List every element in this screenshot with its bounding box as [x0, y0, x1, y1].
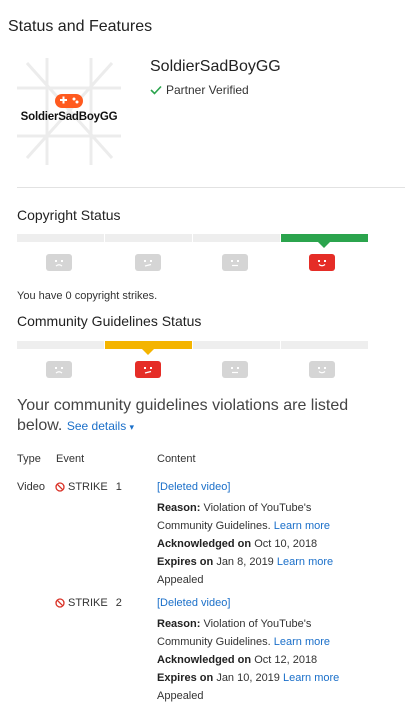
reason-text: Violation of YouTube's	[203, 502, 312, 514]
community-violations-message: Your community guidelines violations are…	[17, 396, 367, 437]
copyright-meter-segment-1	[17, 234, 104, 242]
smile-face-icon	[309, 254, 335, 271]
copyright-meter-pointer	[318, 242, 330, 248]
expires-date: Jan 8, 2019	[216, 556, 274, 568]
community-status-title: Community Guidelines Status	[17, 313, 202, 329]
checkmark-icon	[150, 85, 162, 95]
see-details-link[interactable]: See details ▾	[67, 419, 134, 433]
row1-event: STRIKE 1	[55, 478, 122, 496]
column-header-content: Content	[157, 453, 196, 465]
neutral-face-icon	[222, 361, 248, 378]
expires-learn-more-link[interactable]: Learn more	[277, 556, 333, 568]
sad-face-icon	[46, 361, 72, 378]
reason-label: Reason:	[157, 618, 201, 630]
acknowledged-label: Acknowledged on	[157, 538, 252, 550]
channel-avatar[interactable]: SoldierSadBoyGG	[17, 58, 121, 165]
acknowledged-date: Oct 12, 2018	[254, 654, 318, 666]
reason-text: Violation of YouTube's	[203, 618, 312, 630]
appeal-status: Appealed	[157, 690, 204, 702]
expires-date: Jan 10, 2019	[216, 672, 280, 684]
smile-face-icon	[309, 361, 335, 378]
acknowledged-date: Oct 10, 2018	[254, 538, 318, 550]
acknowledged-label: Acknowledged on	[157, 654, 252, 666]
sad-face-icon	[46, 254, 72, 271]
partner-verified-label: Partner Verified	[166, 83, 249, 97]
skeptical-face-icon	[135, 361, 161, 378]
copyright-meter-segment-4-active	[281, 234, 368, 242]
copyright-strikes-message: You have 0 copyright strikes.	[17, 290, 158, 302]
strike-icon	[55, 598, 65, 608]
copyright-status-meter	[17, 234, 368, 274]
skeptical-face-icon	[135, 254, 161, 271]
row2-content: [Deleted video] Reason: Violation of You…	[157, 594, 397, 705]
strike-icon	[55, 482, 65, 492]
row1-content: [Deleted video] Reason: Violation of You…	[157, 478, 397, 589]
community-meter-segment-1	[17, 341, 104, 349]
row2-strike-number: 2	[115, 597, 122, 609]
appeal-status: Appealed	[157, 574, 204, 586]
channel-name[interactable]: SoldierSadBoyGG	[150, 58, 281, 76]
row1-strike-number: 1	[115, 481, 122, 493]
row2-event-label: STRIKE	[68, 597, 108, 609]
row1-type: Video	[17, 481, 45, 493]
copyright-meter-segment-3	[193, 234, 280, 242]
channel-logo-text: SoldierSadBoyGG	[20, 111, 118, 123]
reason-text-continued: Community Guidelines.	[157, 520, 271, 532]
expires-learn-more-link[interactable]: Learn more	[283, 672, 339, 684]
column-header-type: Type	[17, 453, 41, 465]
copyright-meter-segment-2	[105, 234, 192, 242]
page-title: Status and Features	[8, 18, 153, 35]
partner-verified-status: Partner Verified	[150, 83, 249, 97]
row2-event: STRIKE 2	[55, 594, 122, 612]
community-meter-segment-2-active	[105, 341, 192, 349]
community-meter-segment-3	[193, 341, 280, 349]
neutral-face-icon	[222, 254, 248, 271]
deleted-video-link[interactable]: [Deleted video]	[157, 594, 397, 612]
learn-more-link[interactable]: Learn more	[274, 636, 330, 648]
learn-more-link[interactable]: Learn more	[274, 520, 330, 532]
caret-down-icon: ▾	[129, 422, 135, 432]
expires-label: Expires on	[157, 556, 214, 568]
community-status-meter	[17, 341, 368, 381]
reason-label: Reason:	[157, 502, 201, 514]
deleted-video-link[interactable]: [Deleted video]	[157, 478, 397, 496]
copyright-status-title: Copyright Status	[17, 207, 121, 223]
community-meter-segment-4	[281, 341, 368, 349]
community-meter-pointer	[142, 349, 154, 355]
reason-text-continued: Community Guidelines.	[157, 636, 271, 648]
divider	[17, 187, 405, 188]
gamepad-icon	[55, 94, 83, 108]
row1-event-label: STRIKE	[68, 481, 108, 493]
column-header-event: Event	[56, 453, 85, 465]
expires-label: Expires on	[157, 672, 214, 684]
